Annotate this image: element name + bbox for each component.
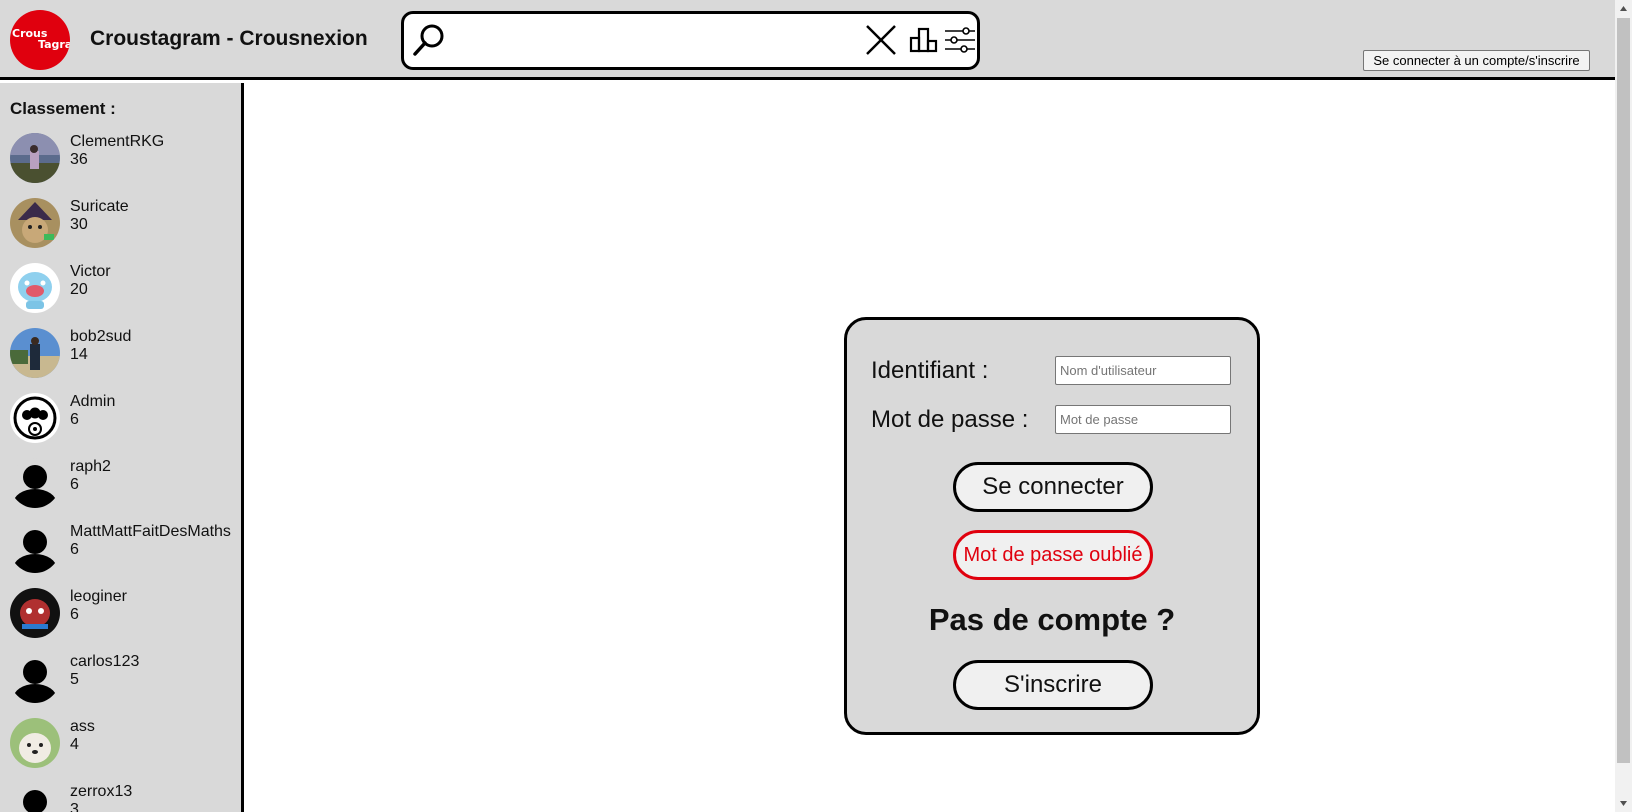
ranking-score: 14 [70, 346, 88, 363]
user-avatar[interactable] [10, 328, 60, 378]
ranking-score: 6 [70, 541, 79, 558]
logo-text-line2: Tagram [38, 38, 70, 51]
ranking-item[interactable]: leoginer 6 [10, 588, 240, 653]
ranking-item[interactable]: ass 4 [10, 718, 240, 783]
ranking-item[interactable]: Suricate 30 [10, 198, 240, 263]
ranking-title: Classement : [10, 99, 116, 118]
ranking-item[interactable]: bob2sud 14 [10, 328, 240, 393]
ranking-item[interactable]: ClementRKG 36 [10, 133, 240, 198]
ranking-score: 36 [70, 151, 88, 168]
ranking-score: 5 [70, 671, 79, 688]
ranking-item[interactable]: Victor 20 [10, 263, 240, 328]
ranking-username[interactable]: zerrox13 [70, 783, 132, 801]
user-avatar[interactable] [10, 718, 60, 768]
page-scrollbar[interactable] [1615, 0, 1632, 812]
ranking-list: ClementRKG 36 Suricate 30 Victor 20 bob2… [10, 133, 240, 812]
password-field[interactable] [1055, 405, 1231, 434]
admin-icon[interactable] [10, 393, 60, 443]
ranking-item[interactable]: raph2 6 [10, 458, 240, 523]
app-logo[interactable]: Crous Tagram [10, 10, 70, 70]
ranking-username[interactable]: raph2 [70, 458, 111, 476]
ranking-sidebar: Classement : ClementRKG 36 Suricate 30 V… [0, 83, 244, 812]
scrollbar-thumb[interactable] [1617, 18, 1630, 763]
sliders-icon[interactable] [944, 25, 976, 55]
close-icon[interactable] [864, 23, 898, 57]
ranking-username[interactable]: Victor [70, 263, 111, 281]
user-silhouette-icon[interactable] [10, 523, 60, 573]
user-avatar[interactable] [10, 263, 60, 313]
user-avatar[interactable] [10, 198, 60, 248]
top-header: Crous Tagram Croustagram - Crousnexion S… [0, 0, 1615, 80]
main-content: Identifiant : Mot de passe : Se connecte… [244, 83, 1615, 812]
user-avatar[interactable] [10, 133, 60, 183]
ranking-score: 3 [70, 801, 79, 812]
no-account-heading: Pas de compte ? [928, 602, 1176, 637]
ranking-username[interactable]: Suricate [70, 198, 129, 216]
ranking-item[interactable]: MattMattFaitDesMaths 6 [10, 523, 240, 588]
register-button[interactable]: S'inscrire [953, 660, 1153, 710]
user-silhouette-icon[interactable] [10, 653, 60, 703]
login-card: Identifiant : Mot de passe : Se connecte… [844, 317, 1260, 735]
ranking-score: 6 [70, 476, 79, 493]
login-button[interactable]: Se connecter [953, 462, 1153, 512]
ranking-score: 4 [70, 736, 79, 753]
user-silhouette-icon[interactable] [10, 458, 60, 508]
ranking-username[interactable]: MattMattFaitDesMaths [70, 523, 231, 541]
ranking-score: 20 [70, 281, 88, 298]
ranking-item[interactable]: zerrox13 3 [10, 783, 240, 812]
app-title: Croustagram - Crousnexion [90, 27, 368, 50]
search-input[interactable] [450, 20, 850, 60]
ranking-username[interactable]: Admin [70, 393, 115, 411]
ranking-username[interactable]: ClementRKG [70, 133, 164, 151]
scroll-down-arrow-icon[interactable] [1615, 795, 1632, 812]
ranking-score: 6 [70, 606, 79, 623]
ranking-score: 30 [70, 216, 88, 233]
search-icon[interactable] [411, 22, 447, 58]
forgot-password-button[interactable]: Mot de passe oublié [953, 530, 1153, 580]
password-label: Mot de passe : [871, 406, 1029, 433]
username-field[interactable] [1055, 356, 1231, 385]
ranking-username[interactable]: carlos123 [70, 653, 139, 671]
user-silhouette-icon[interactable] [10, 783, 60, 812]
username-label: Identifiant : [871, 357, 989, 384]
podium-icon[interactable] [909, 26, 939, 54]
ranking-item[interactable]: Admin 6 [10, 393, 240, 458]
ranking-username[interactable]: leoginer [70, 588, 127, 606]
user-avatar[interactable] [10, 588, 60, 638]
ranking-username[interactable]: bob2sud [70, 328, 131, 346]
ranking-score: 6 [70, 411, 79, 428]
login-register-link-button[interactable]: Se connecter à un compte/s'inscrire [1363, 50, 1590, 71]
scroll-up-arrow-icon[interactable] [1615, 0, 1632, 17]
ranking-item[interactable]: carlos123 5 [10, 653, 240, 718]
ranking-username[interactable]: ass [70, 718, 95, 736]
search-bar [401, 11, 980, 70]
